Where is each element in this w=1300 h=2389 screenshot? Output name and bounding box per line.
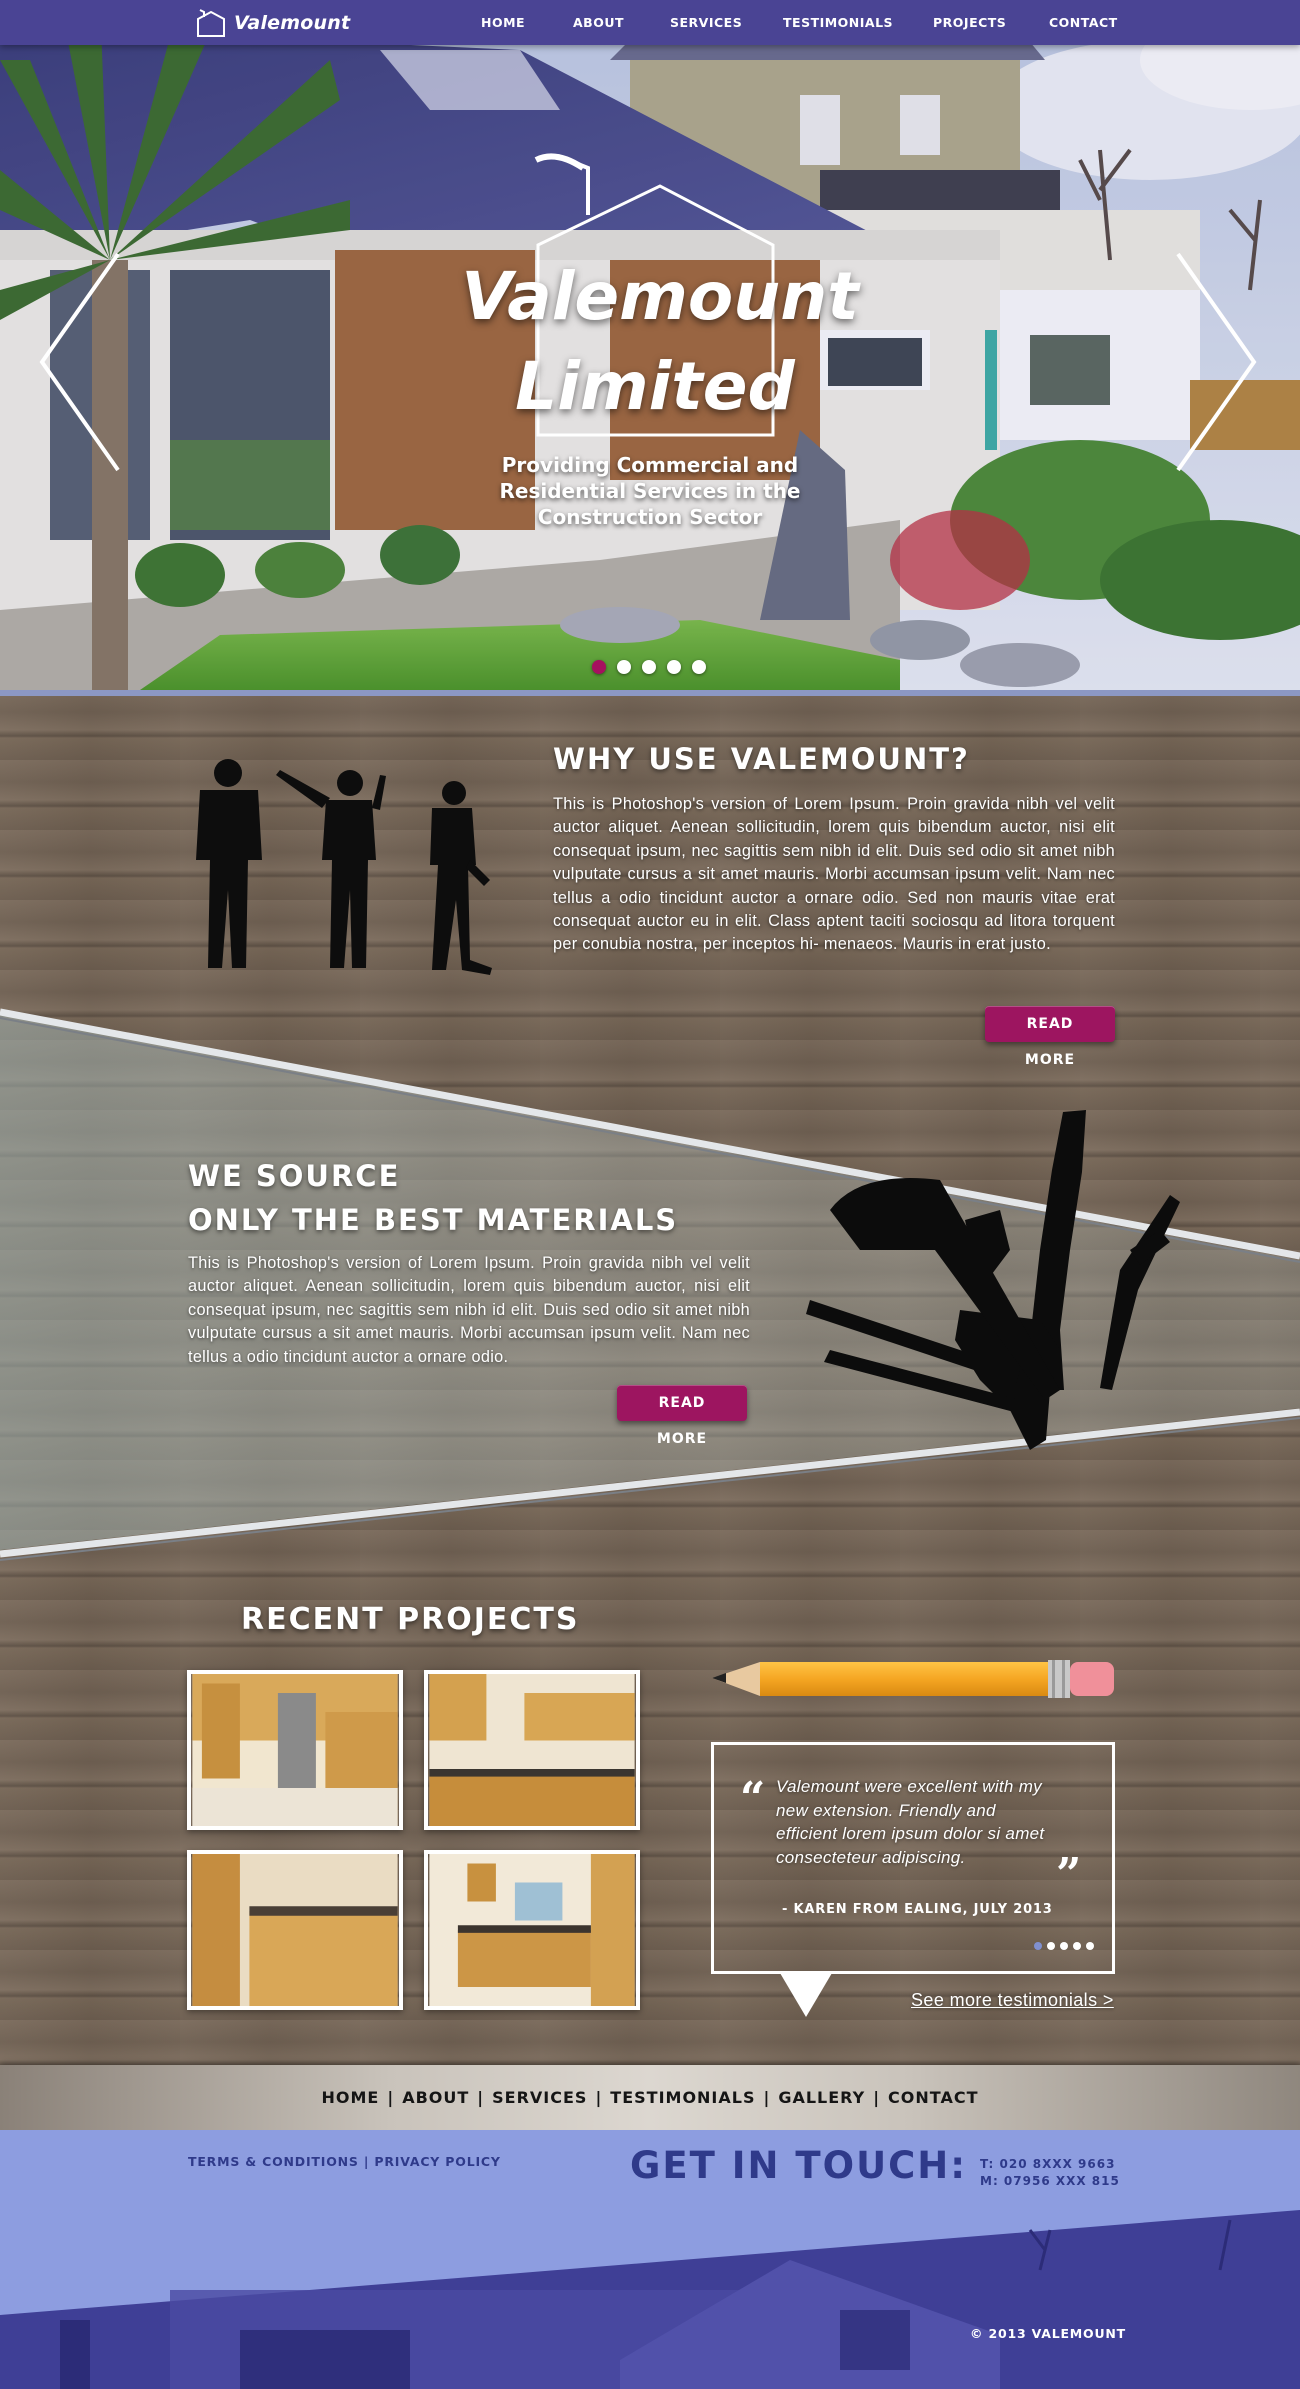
hero-title: Valemount Limited xyxy=(380,252,940,432)
nav-testimonials[interactable]: TESTIMONIALS xyxy=(783,15,893,30)
testimonial-dot-5[interactable] xyxy=(1086,1942,1094,1950)
chevron-right-icon[interactable] xyxy=(1170,252,1260,472)
testimonial-quote: Valemount were excellent with my new ext… xyxy=(776,1777,1045,1867)
why-body: This is Photoshop's version of Lorem Ips… xyxy=(553,795,1115,954)
hero-dot-1[interactable] xyxy=(592,660,606,674)
materials-heading-line2: ONLY THE BEST MATERIALS xyxy=(188,1203,679,1237)
footer-nav-separator: | xyxy=(595,2088,603,2107)
hero-slide-dots xyxy=(592,660,706,674)
materials-body: This is Photoshop's version of Lorem Ips… xyxy=(188,1254,750,1366)
testimonial-box: “ Valemount were excellent with my new e… xyxy=(711,1742,1115,2017)
workers-silhouette-icon xyxy=(196,759,492,975)
footer-nav-testimonials[interactable]: TESTIMONIALS xyxy=(610,2088,755,2107)
privacy-link[interactable]: PRIVACY POLICY xyxy=(374,2154,500,2169)
brand-name: Valemount xyxy=(234,12,351,34)
nav-services[interactable]: SERVICES xyxy=(670,15,742,30)
testimonial-dot-3[interactable] xyxy=(1060,1942,1068,1950)
project-thumbnail-4[interactable] xyxy=(424,1850,640,2010)
hero-dot-3[interactable] xyxy=(642,660,656,674)
speech-pointer xyxy=(780,1973,832,2017)
footer-nav-separator: | xyxy=(873,2088,881,2107)
project-thumbnail-2[interactable] xyxy=(424,1670,640,1830)
footer-nav-services[interactable]: SERVICES xyxy=(492,2088,587,2107)
hero-subtitle: Providing Commercial and Residential Ser… xyxy=(499,453,801,529)
testimonial-dot-4[interactable] xyxy=(1073,1942,1081,1950)
copyright: © 2013 VALEMOUNT xyxy=(970,2326,1127,2341)
footer-nav-home[interactable]: HOME xyxy=(322,2088,380,2107)
top-nav: Valemount HOME ABOUT SERVICES TESTIMONIA… xyxy=(0,0,1300,45)
brand-logo[interactable]: Valemount xyxy=(196,8,350,38)
pencil-icon xyxy=(712,1660,1114,1698)
testimonial-author: - KAREN FROM EALING, JULY 2013 xyxy=(782,1902,1053,1917)
hero-title-line1: Valemount xyxy=(461,258,859,335)
testimonial-dot-1[interactable] xyxy=(1034,1942,1042,1950)
footer-nav-about[interactable]: ABOUT xyxy=(402,2088,469,2107)
footer-nav-contact[interactable]: CONTACT xyxy=(888,2088,978,2107)
terms-link[interactable]: TERMS & CONDITIONS xyxy=(188,2154,359,2169)
projects-heading: RECENT PROJECTS xyxy=(241,1602,580,1637)
materials-heading-line1: WE SOURCE xyxy=(188,1159,401,1193)
quote-open-icon: “ xyxy=(740,1773,766,1824)
footer: TERMS & CONDITIONS | PRIVACY POLICY GET … xyxy=(0,2130,1300,2389)
hero-slider: Valemount Limited Providing Commercial a… xyxy=(0,0,1300,690)
phone-telephone: T: 020 8XXX 9663 xyxy=(980,2157,1116,2171)
legal-links: TERMS & CONDITIONS | PRIVACY POLICY xyxy=(188,2154,501,2169)
legal-separator: | xyxy=(363,2154,370,2169)
project-thumbnail-3[interactable] xyxy=(187,1850,403,2010)
testimonial-dots xyxy=(1034,1942,1094,1950)
hero-dot-2[interactable] xyxy=(617,660,631,674)
nav-about[interactable]: ABOUT xyxy=(573,15,624,30)
house-logo-icon xyxy=(197,9,225,37)
project-thumbnail-1[interactable] xyxy=(187,1670,403,1830)
contact-phones: T: 020 8XXX 9663 M: 07956 XXX 815 xyxy=(980,2156,1120,2190)
why-read-more-button[interactable]: READ MORE xyxy=(985,1006,1115,1068)
chevron-left-icon[interactable] xyxy=(36,252,126,472)
nav-projects[interactable]: PROJECTS xyxy=(933,15,1006,30)
quote-close-icon: ” xyxy=(1056,1849,1082,1900)
hero-title-line2: Limited xyxy=(515,348,795,425)
phone-mobile: M: 07956 XXX 815 xyxy=(980,2174,1120,2188)
why-heading: WHY USE VALEMOUNT? xyxy=(553,742,970,776)
hero-dot-5[interactable] xyxy=(692,660,706,674)
footer-nav-separator: | xyxy=(387,2088,395,2107)
nav-contact[interactable]: CONTACT xyxy=(1049,15,1118,30)
footer-nav-separator: | xyxy=(763,2088,771,2107)
see-more-testimonials-link[interactable]: See more testimonials > xyxy=(911,1990,1114,2011)
testimonial-dot-2[interactable] xyxy=(1047,1942,1055,1950)
materials-read-more-button[interactable]: READ MORE xyxy=(617,1385,747,1447)
content-area: WHY USE VALEMOUNT? This is Photoshop's v… xyxy=(0,690,1300,2065)
footer-nav-gallery[interactable]: GALLERY xyxy=(778,2088,865,2107)
footer-nav: HOME | ABOUT | SERVICES | TESTIMONIALS |… xyxy=(0,2065,1300,2130)
get-in-touch-heading: GET IN TOUCH: xyxy=(630,2144,968,2187)
footer-nav-separator: | xyxy=(477,2088,485,2107)
hero-dot-4[interactable] xyxy=(667,660,681,674)
materials-heading: WE SOURCE ONLY THE BEST MATERIALS xyxy=(188,1154,678,1242)
nav-home[interactable]: HOME xyxy=(481,15,525,30)
